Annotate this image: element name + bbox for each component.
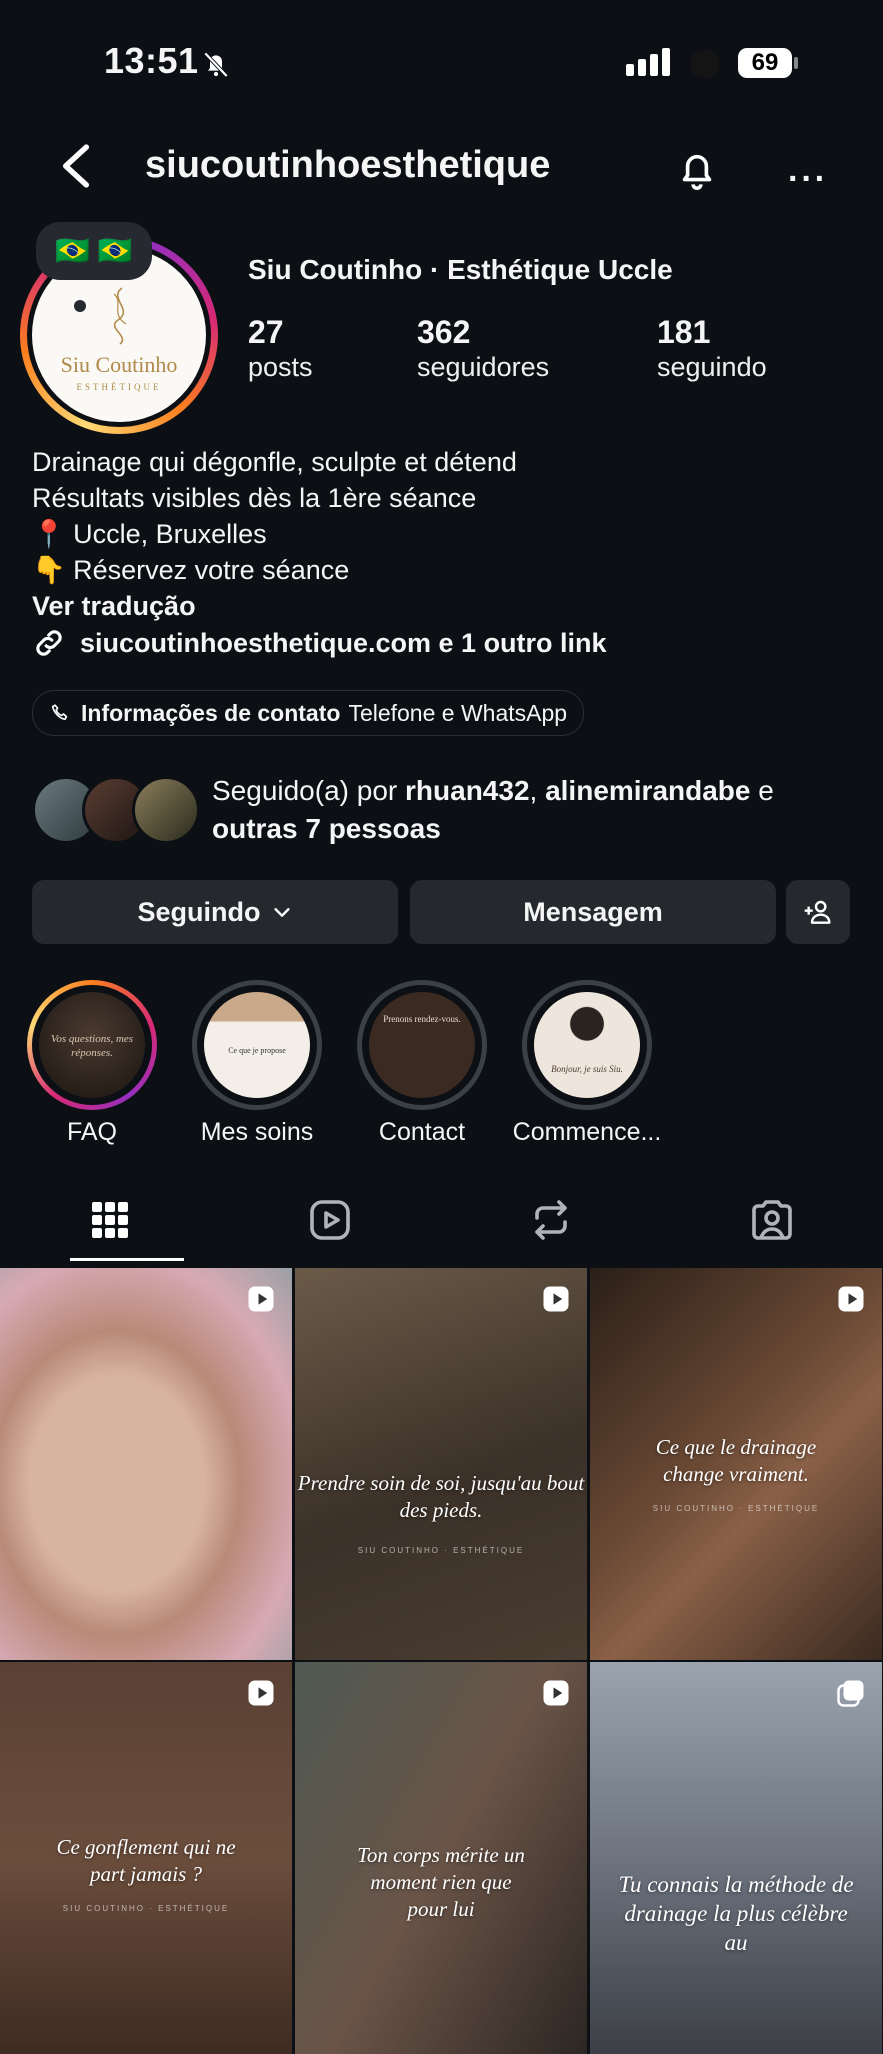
posts-label[interactable]: posts <box>248 352 313 383</box>
highlight-cover: Vos questions, mes réponses. <box>39 992 145 1098</box>
reel-badge-icon <box>543 1680 569 1706</box>
chevron-down-icon <box>273 908 290 917</box>
post-caption: Ce que le drainage change vraiment. <box>655 1435 817 1486</box>
battery-indicator: 69 <box>738 48 792 78</box>
highlight-contact[interactable]: Prenons rendez-vous. <box>357 980 487 1110</box>
contact-info-button[interactable]: Informações de contato Telefone e WhatsA… <box>32 690 585 736</box>
back-arrow-icon[interactable] <box>58 142 94 190</box>
followed-by-text[interactable]: Seguido(a) por rhuan432, alinemirandabe … <box>212 772 774 848</box>
post-subcaption: SIU COUTINHO · ESTHÉTIQUE <box>357 1546 525 1555</box>
following-button[interactable]: Seguindo <box>32 880 398 944</box>
followed-by-and: e <box>750 775 774 806</box>
grid-post[interactable] <box>0 1268 292 1660</box>
grid-post[interactable]: Ton corps mérite un moment rien que pour… <box>295 1662 587 2054</box>
note-bubble-tail <box>74 300 86 312</box>
post-caption: Ton corps mérite un moment rien que pour… <box>357 1843 525 1921</box>
active-tab-indicator <box>70 1258 184 1261</box>
highlight-label: Mes soins <box>200 1118 314 1146</box>
display-name: Siu Coutinho · Esthétique Uccle <box>248 254 673 285</box>
status-time: 13:51 <box>104 40 199 81</box>
bio-line: 👇 Réservez votre séance <box>32 555 350 585</box>
followers-count[interactable]: 362 <box>417 314 470 351</box>
contact-detail: Telefone e WhatsApp <box>348 699 568 726</box>
highlight-cover: Bonjour, je suis Siu. <box>534 992 640 1098</box>
bio-line: Résultats visibles dès la 1ère séance <box>32 483 477 513</box>
mutual-follower-2[interactable]: alinemirandabe <box>545 775 750 806</box>
bio-line: Drainage qui dégonfle, sculpte et détend <box>32 447 517 477</box>
cellular-signal-icon <box>626 48 674 76</box>
post-caption: Prendre soin de soi, jusqu'au bout des p… <box>297 1471 585 1522</box>
avatar <box>132 776 200 844</box>
avatar-logo-sub: ESTHÉTIQUE <box>76 382 162 392</box>
carousel-badge-icon <box>837 1680 864 1707</box>
posts-count[interactable]: 27 <box>248 314 284 351</box>
grid-post[interactable]: Ce gonflement qui ne part jamais ? SIU C… <box>0 1662 292 2054</box>
wifi-icon <box>690 50 720 78</box>
bio-line: 📍 Uccle, Bruxelles <box>32 519 267 549</box>
message-button-label: Mensagem <box>523 896 663 927</box>
followed-by-prefix: Seguido(a) por <box>212 775 406 806</box>
tagged-icon[interactable] <box>748 1196 796 1244</box>
phone-icon <box>51 704 68 720</box>
post-subcaption: SIU COUTINHO · ESTHÉTIQUE <box>652 1504 820 1513</box>
highlight-cover: Ce que je propose <box>204 992 310 1098</box>
grid-post[interactable]: Ce que le drainage change vraiment. SIU … <box>590 1268 882 1660</box>
reel-badge-icon <box>838 1286 864 1312</box>
logo-mark-icon <box>113 287 127 345</box>
post-subcaption: SIU COUTINHO · ESTHÉTIQUE <box>62 1904 230 1913</box>
reel-badge-icon <box>248 1286 274 1312</box>
translate-link[interactable]: Ver tradução <box>32 588 517 624</box>
mutual-follower-1[interactable]: rhuan432 <box>405 775 530 806</box>
highlight-mes-soins[interactable]: Ce que je propose <box>192 980 322 1110</box>
avatar-logo-name: Siu Coutinho <box>60 352 178 377</box>
post-caption: Ce gonflement qui ne part jamais ? <box>56 1835 236 1886</box>
highlight-commencer[interactable]: Bonjour, je suis Siu. <box>522 980 652 1110</box>
add-person-icon <box>804 900 831 924</box>
grid-post[interactable]: Prendre soin de soi, jusqu'au bout des p… <box>295 1268 587 1660</box>
reel-badge-icon <box>543 1286 569 1312</box>
highlight-label: FAQ <box>66 1118 117 1146</box>
followed-by-separator: , <box>529 775 546 806</box>
following-count[interactable]: 181 <box>657 314 710 351</box>
bio: Drainage qui dégonfle, sculpte et détend… <box>32 444 517 624</box>
followed-by-others[interactable]: outras 7 pessoas <box>212 813 441 844</box>
highlight-cover: Prenons rendez-vous. <box>369 992 475 1098</box>
highlight-label: Commence... <box>512 1118 662 1146</box>
post-caption: Tu connais la méthode de drainage la plu… <box>618 1872 854 1955</box>
website-link-text[interactable]: siucoutinhoesthetique.com e 1 outro link <box>80 628 607 659</box>
reposts-icon[interactable] <box>527 1196 575 1244</box>
followers-label[interactable]: seguidores <box>417 352 549 383</box>
profile-username: siucoutinhoesthetique <box>145 144 551 186</box>
contact-label: Informações de contato <box>81 699 341 726</box>
note-bubble[interactable]: 🇧🇷 🇧🇷 <box>36 222 152 280</box>
silent-bell-icon <box>203 51 229 78</box>
highlight-faq[interactable]: Vos questions, mes réponses. <box>27 980 157 1110</box>
add-person-button[interactable] <box>786 880 850 944</box>
grid-icon[interactable] <box>86 1196 134 1244</box>
following-label[interactable]: seguindo <box>657 352 767 383</box>
following-button-label: Seguindo <box>137 896 261 927</box>
message-button[interactable]: Mensagem <box>410 880 776 944</box>
battery-tip <box>794 57 798 69</box>
more-options-icon[interactable]: ··· <box>788 160 828 199</box>
link-icon <box>36 630 62 656</box>
notifications-bell-icon[interactable] <box>674 146 720 192</box>
reels-icon[interactable] <box>306 1196 354 1244</box>
grid-post[interactable]: Tu connais la méthode de drainage la plu… <box>590 1662 882 2054</box>
website-link[interactable]: siucoutinhoesthetique.com e 1 outro link <box>32 626 607 660</box>
reel-badge-icon <box>248 1680 274 1706</box>
highlight-label: Contact <box>378 1118 466 1146</box>
